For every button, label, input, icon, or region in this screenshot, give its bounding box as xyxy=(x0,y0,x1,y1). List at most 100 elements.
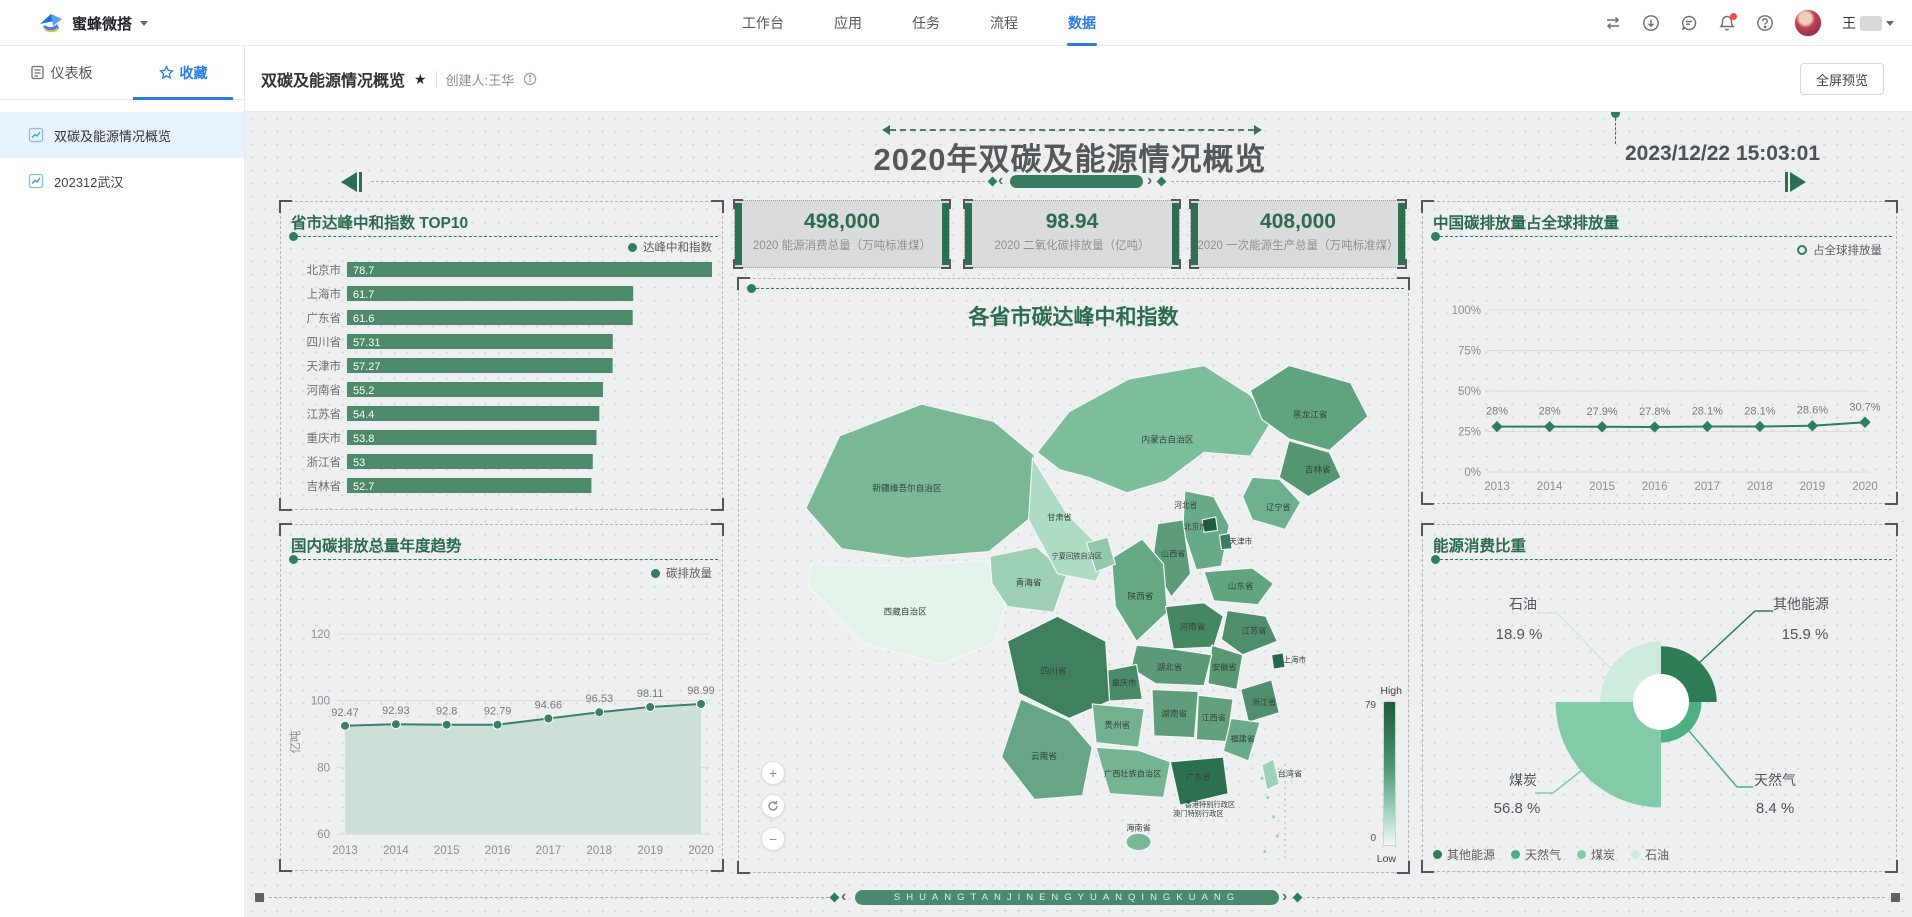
svg-text:75%: 75% xyxy=(1458,346,1481,358)
svg-text:石油: 石油 xyxy=(1509,596,1537,612)
dashboard-header-left: 双碳及能源情况概览 ★ 创建人:王华 xyxy=(261,46,537,112)
transfer-icon[interactable] xyxy=(1604,14,1622,32)
kpi-card-1[interactable]: 498,0002020 能源消费总量（万吨标准煤） xyxy=(734,200,950,268)
legend-dot-icon xyxy=(1433,850,1442,859)
nav-item-4[interactable]: 流程 xyxy=(990,0,1018,46)
nav-item-2[interactable]: 应用 xyxy=(834,0,862,46)
svg-text:山西省: 山西省 xyxy=(1161,548,1186,558)
svg-text:2020: 2020 xyxy=(688,845,714,857)
svg-text:52.7: 52.7 xyxy=(353,481,374,493)
brand-name: 蜜蜂微搭 xyxy=(72,13,132,34)
nav-item-5[interactable]: 数据 xyxy=(1068,0,1096,46)
chevron-right-icon[interactable]: › xyxy=(1282,888,1287,906)
map-zoom-out-button[interactable]: − xyxy=(761,827,785,851)
chevron-right-icon[interactable]: › xyxy=(1147,172,1152,190)
tab-dashboards[interactable]: 仪表板 xyxy=(0,46,122,99)
pie-legend-item[interactable]: 其他能源 xyxy=(1433,846,1495,863)
svg-text:92.79: 92.79 xyxy=(484,706,512,718)
download-icon[interactable] xyxy=(1642,14,1660,32)
svg-text:120: 120 xyxy=(311,629,330,641)
panel-title: 能源消费比重 xyxy=(1433,534,1526,556)
svg-text:广西壮族自治区: 广西壮族自治区 xyxy=(1104,768,1161,778)
gradient-bar xyxy=(1383,701,1396,846)
svg-text:2017: 2017 xyxy=(536,845,562,857)
star-icon xyxy=(159,65,174,80)
panel-title: 中国碳排放量占全球排放量 xyxy=(1433,211,1619,233)
svg-text:55.2: 55.2 xyxy=(353,385,374,397)
kpi-value: 498,000 xyxy=(735,210,949,234)
feedback-icon[interactable] xyxy=(1680,14,1698,32)
legend-low-label: Low xyxy=(1377,853,1396,865)
svg-text:香港特别行政区: 香港特别行政区 xyxy=(1185,800,1236,809)
sidebar-item-1[interactable]: 双碳及能源情况概览 xyxy=(0,112,244,158)
bottom-scrollbar-handle[interactable] xyxy=(1891,893,1900,902)
panel-china-map[interactable]: 各省市碳达峰中和指数 新疆维吾尔自治区西藏自治区青海省甘肃省内蒙古自治区黑龙江省… xyxy=(738,278,1409,873)
scroll-right-button[interactable] xyxy=(1785,172,1806,192)
pie-legend-item[interactable]: 石油 xyxy=(1631,846,1669,863)
tab-favorites[interactable]: 收藏 xyxy=(122,46,244,99)
bottom-scrollbar-handle[interactable] xyxy=(255,893,264,902)
map-reset-button[interactable] xyxy=(761,794,785,818)
svg-text:2019: 2019 xyxy=(637,845,663,857)
tab-favorites-label: 收藏 xyxy=(180,63,208,83)
chevron-down-icon xyxy=(140,21,148,26)
svg-text:15.9 %: 15.9 % xyxy=(1782,626,1829,643)
info-icon[interactable] xyxy=(523,72,537,86)
panel-peak-index-bar[interactable]: 省市达峰中和指数 TOP10 达峰中和指数 北京市78.7上海市61.7广东省6… xyxy=(280,201,723,510)
main-menu: 工作台 应用 任务 流程 数据 xyxy=(742,0,1096,46)
map-zoom-in-button[interactable]: + xyxy=(761,761,785,785)
scroll-left-button[interactable] xyxy=(341,172,362,192)
favorite-star-icon[interactable]: ★ xyxy=(414,71,427,88)
kpi-card-3[interactable]: 408,0002020 一次能源生产总量（万吨标准煤） xyxy=(1190,200,1406,268)
help-icon[interactable] xyxy=(1756,14,1774,32)
svg-text:重庆市: 重庆市 xyxy=(307,431,342,445)
sidebar-item-label: 双碳及能源情况概览 xyxy=(54,126,171,145)
page-title: 双碳及能源情况概览 xyxy=(261,67,405,91)
avatar[interactable] xyxy=(1794,9,1822,37)
svg-text:西藏自治区: 西藏自治区 xyxy=(883,605,927,616)
dashboard-canvas: 2020年双碳及能源情况概览 2023/12/22 15:03:01 ‹ › 4… xyxy=(245,112,1912,917)
brand[interactable]: 蜜蜂微搭 xyxy=(38,0,148,46)
panel-emission-trend[interactable]: 国内碳排放总量年度趋势 碳排放量 6080100120亿吨92.4792.939… xyxy=(280,524,723,871)
chevron-down-icon xyxy=(1886,21,1894,26)
kpi-card-2[interactable]: 98.942020 二氧化碳排放量（亿吨） xyxy=(964,200,1180,268)
svg-text:黑龙江省: 黑龙江省 xyxy=(1293,409,1328,420)
svg-text:56.8 %: 56.8 % xyxy=(1494,800,1541,817)
sidebar-list: 双碳及能源情况概览 202312武汉 xyxy=(0,100,244,204)
scrollbar-text: SHUANGTANJINENGYUANQINGKUANG xyxy=(855,890,1279,905)
board-timestamp: 2023/12/22 15:03:01 xyxy=(1625,142,1820,166)
svg-text:宁夏回族自治区: 宁夏回族自治区 xyxy=(1052,551,1103,560)
nav-item-1[interactable]: 工作台 xyxy=(742,0,784,46)
svg-text:澳门特别行政区: 澳门特别行政区 xyxy=(1173,809,1224,818)
bottom-scrollbar-thumb[interactable]: SHUANGTANJINENGYUANQINGKUANG xyxy=(855,890,1279,905)
svg-text:天津市: 天津市 xyxy=(307,359,342,373)
svg-text:28.1%: 28.1% xyxy=(1744,406,1775,418)
svg-text:内蒙古自治区: 内蒙古自治区 xyxy=(1141,434,1193,445)
svg-text:云南省: 云南省 xyxy=(1031,750,1057,761)
bell-icon[interactable] xyxy=(1718,14,1736,32)
tab-dashboards-label: 仪表板 xyxy=(51,63,93,83)
line-chart-icon xyxy=(28,173,44,189)
svg-text:98.11: 98.11 xyxy=(637,688,664,700)
chevron-left-icon[interactable]: ‹ xyxy=(998,172,1003,190)
panel-energy-mix[interactable]: 能源消费比重 其他能源15.9 %天然气8.4 %煤炭56.8 %石油18.9 … xyxy=(1422,524,1897,872)
svg-text:96.53: 96.53 xyxy=(586,693,614,705)
svg-text:27.8%: 27.8% xyxy=(1639,406,1670,418)
svg-text:28%: 28% xyxy=(1539,406,1561,418)
user-chip[interactable]: 王 xyxy=(1842,13,1894,33)
top-scrollbar-thumb[interactable] xyxy=(1010,175,1143,188)
svg-text:天然气: 天然气 xyxy=(1754,772,1796,788)
top-scrollbar-track xyxy=(1171,181,1781,182)
panel-global-share[interactable]: 中国碳排放量占全球排放量 占全球排放量 0%25%50%75%100%28%28… xyxy=(1422,201,1897,504)
nav-item-3[interactable]: 任务 xyxy=(912,0,940,46)
pie-legend-item[interactable]: 煤炭 xyxy=(1577,846,1615,863)
area-plot: 6080100120亿吨92.4792.9392.892.7994.6696.5… xyxy=(285,579,716,865)
svg-text:0%: 0% xyxy=(1464,467,1481,479)
sidebar-item-2[interactable]: 202312武汉 xyxy=(0,158,244,204)
china-map[interactable]: 新疆维吾尔自治区西藏自治区青海省甘肃省内蒙古自治区黑龙江省吉林省辽宁省河北省北京… xyxy=(747,325,1395,865)
chevron-left-icon[interactable]: ‹ xyxy=(841,888,846,906)
svg-text:60: 60 xyxy=(317,829,330,841)
fullscreen-preview-button[interactable]: 全屏预览 xyxy=(1800,63,1884,95)
pie-legend-item[interactable]: 天然气 xyxy=(1511,846,1561,863)
notification-badge xyxy=(1730,13,1737,20)
